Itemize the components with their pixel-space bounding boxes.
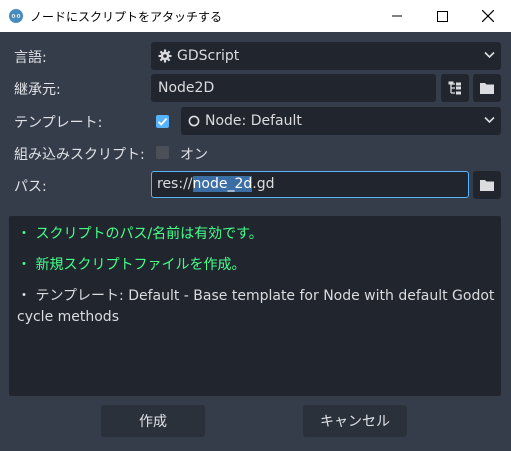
path-prefix: res:// xyxy=(157,176,193,192)
chevron-down-icon xyxy=(484,51,495,59)
close-icon xyxy=(482,10,494,22)
maximize-icon xyxy=(436,10,448,22)
builtin-option-label: オン xyxy=(180,147,208,163)
maximize-button[interactable] xyxy=(419,0,465,32)
folder-icon xyxy=(480,180,494,191)
language-label: 言語: xyxy=(14,50,47,66)
path-input[interactable]: res://node_2d.gd xyxy=(151,171,469,198)
minimize-button[interactable] xyxy=(374,0,420,32)
status-message-panel: ・ スクリプトのパス/名前は有効です。 ・ 新規スクリプトファイルを作成。 ・ … xyxy=(9,216,501,396)
browse-path-button[interactable] xyxy=(473,171,501,199)
window-title: ノードにスクリプトをアタッチする xyxy=(30,10,223,24)
chevron-down-icon xyxy=(484,116,495,124)
gear-icon xyxy=(158,49,172,63)
path-value: res://node_2d.gd xyxy=(157,172,274,197)
path-label: パス: xyxy=(14,179,47,195)
template-info-line1: ・ テンプレート: Default - Base template for No… xyxy=(17,288,495,304)
cancel-button[interactable]: キャンセル xyxy=(303,405,407,437)
inherits-value: Node2D xyxy=(158,80,215,96)
path-selection: node_2d xyxy=(192,176,253,192)
window-titlebar: ノードにスクリプトをアタッチする xyxy=(0,0,511,32)
language-value: GDScript xyxy=(177,48,240,64)
path-valid-message: ・ スクリプトのパス/名前は有効です。 xyxy=(17,226,263,242)
language-select[interactable]: GDScript xyxy=(151,42,501,70)
inherits-field[interactable]: Node2D xyxy=(151,74,436,102)
folder-icon xyxy=(480,83,494,94)
create-button[interactable]: 作成 xyxy=(101,405,205,437)
create-file-message: ・ 新規スクリプトファイルを作成。 xyxy=(17,257,246,273)
inherits-label: 継承元: xyxy=(14,82,61,98)
template-checkbox[interactable] xyxy=(156,115,169,128)
template-label: テンプレート: xyxy=(14,115,103,131)
template-value: Node: Default xyxy=(205,113,302,129)
builtin-checkbox[interactable] xyxy=(156,146,169,159)
builtin-label: 組み込みスクリプト: xyxy=(14,147,145,163)
node-tree-icon xyxy=(448,81,461,95)
minimize-icon xyxy=(392,15,402,17)
template-select[interactable]: Node: Default xyxy=(181,107,501,135)
path-suffix: .gd xyxy=(252,176,275,192)
node-tree-button[interactable] xyxy=(441,74,469,102)
browse-inherits-button[interactable] xyxy=(473,74,501,102)
godot-app-icon xyxy=(9,9,23,23)
node-circle-icon xyxy=(188,115,200,127)
close-button[interactable] xyxy=(465,0,511,32)
template-info-line2: cycle methods xyxy=(17,309,119,325)
checkmark-icon xyxy=(157,117,168,126)
